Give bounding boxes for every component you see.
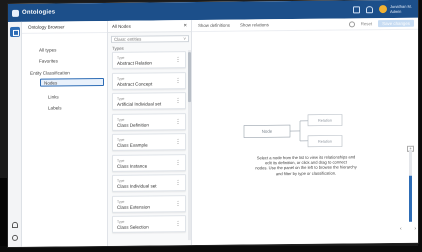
list-item-name: Class Instance [117, 163, 148, 169]
more-options-icon[interactable]: ⋮ [175, 139, 181, 145]
list-item-tag: Type [117, 199, 125, 204]
list-item-tag: Type [117, 178, 125, 183]
ontology-icon[interactable] [10, 26, 20, 37]
grid-icon[interactable] [352, 5, 360, 13]
list-item[interactable]: Type Class Extension ⋮ [112, 194, 186, 213]
list-item-tag: Type [117, 158, 125, 163]
tree-item-label: Links [48, 93, 59, 100]
bezel [418, 0, 422, 252]
pan-right-icon[interactable]: › [414, 226, 416, 232]
list-item-tag: Type [117, 137, 125, 142]
list-item[interactable]: Type Class Example ⋮ [112, 133, 186, 151]
tree-item[interactable]: Nodes [40, 77, 104, 87]
list-item-name: Abstract Relation [117, 60, 152, 66]
list-panel: All Nodes × Class: entities ˅ Types Type… [108, 20, 192, 246]
user-role: Admin [389, 8, 402, 14]
diagram-node-root-label: Node [262, 129, 273, 134]
filter-value: Class: entities [114, 36, 142, 42]
canvas-toolbar: Show definitions Show relations Reset Sa… [192, 17, 418, 33]
settings-icon[interactable] [12, 234, 18, 241]
more-options-icon[interactable]: ⋮ [175, 119, 181, 125]
tree-panel: Ontology Browser All types Favorites Entit… [22, 20, 108, 247]
toolbar-item-relations[interactable]: Show relations [240, 22, 269, 27]
diagram-node-child-label: Relation [318, 140, 332, 144]
bezel [0, 246, 422, 252]
more-options-icon[interactable]: ⋮ [175, 201, 181, 207]
tree-item[interactable]: Entity Classification [22, 68, 108, 77]
help-icon[interactable] [12, 221, 18, 228]
list-item-name: Class Example [117, 142, 148, 148]
list-item-name: Abstract Concept [117, 80, 153, 87]
avatar[interactable] [378, 5, 387, 14]
tree-item[interactable]: All types [22, 45, 108, 54]
list-item[interactable]: Type Class Instance ⋮ [112, 153, 186, 172]
list-item-tag: Type [117, 76, 125, 81]
tree-item-label: Favorites [39, 57, 58, 64]
logo-icon [12, 9, 19, 17]
list-item-name: Class Extension [117, 204, 150, 210]
more-options-icon[interactable]: ⋮ [175, 160, 181, 166]
list-item-name: Class Selection [117, 224, 149, 230]
tree-item-label: All types [39, 46, 57, 53]
more-options-icon[interactable]: ⋮ [175, 57, 181, 63]
tree-header: Ontology Browser [22, 20, 107, 34]
relationship-diagram: Node Relation Relation [243, 114, 343, 148]
list-item-tag: Type [117, 55, 125, 60]
list-item[interactable]: Type Class Definition ⋮ [112, 112, 186, 131]
pan-left-icon[interactable]: ‹ [400, 226, 402, 232]
list-item-tag: Type [117, 219, 125, 224]
chevron-down-icon: ˅ [183, 36, 186, 42]
scrollbar-thumb[interactable] [188, 52, 191, 103]
bell-icon[interactable] [365, 5, 373, 13]
filter-select[interactable]: Class: entities ˅ [111, 35, 189, 43]
left-rail [8, 21, 22, 247]
pan-controls[interactable]: ‹ › [400, 224, 416, 234]
app-window: Ontologies Jonathan M. Admin Ontology Br… [8, 0, 418, 248]
tree-item-label: Labels [48, 104, 62, 111]
more-options-icon[interactable]: ⋮ [175, 78, 181, 84]
reset-button[interactable]: Reset [361, 21, 372, 26]
list-item[interactable]: Type Artificial Individual set ⋮ [112, 92, 186, 110]
tree-item[interactable]: Links [22, 92, 108, 101]
canvas-area[interactable]: Show definitions Show relations Reset Sa… [192, 17, 418, 246]
more-options-icon[interactable]: ⋮ [175, 221, 181, 227]
list-item-name: Class Individual set [117, 183, 157, 189]
list-caption: Types [112, 45, 124, 51]
list-item-name: Class Definition [117, 122, 149, 128]
toolbar-item-definitions[interactable]: Show definitions [198, 23, 230, 28]
list-item-tag: Type [117, 117, 125, 122]
list-item[interactable]: Type Abstract Concept ⋮ [112, 71, 186, 90]
list-item[interactable]: Type Abstract Relation ⋮ [112, 51, 186, 69]
info-icon[interactable] [348, 20, 355, 27]
list-title: All Nodes [112, 23, 131, 29]
tree-item[interactable]: Labels [22, 103, 108, 112]
app-title: Ontologies [22, 9, 56, 16]
tree-item-label: Entity Classification [30, 69, 70, 76]
zoom-slider-fill [409, 175, 412, 222]
user-info[interactable]: Jonathan M. Admin [390, 4, 412, 14]
list-item-tag: Type [117, 96, 125, 101]
list-item[interactable]: Type Class Individual set ⋮ [112, 174, 186, 192]
save-button[interactable]: Save changes [378, 19, 414, 28]
list-header: All Nodes × [108, 20, 191, 33]
close-icon[interactable]: × [183, 23, 187, 29]
tree-item[interactable]: Favorites [22, 56, 108, 65]
tree-item-label: Nodes [44, 79, 58, 86]
diagram-node-child-label: Relation [318, 119, 332, 123]
empty-state-text: Select a node from the list to view its … [236, 154, 376, 176]
list-item[interactable]: Type Class Selection ⋮ [112, 215, 186, 233]
more-options-icon[interactable]: ⋮ [175, 180, 181, 186]
list-item-name: Artificial Individual set [117, 101, 162, 107]
more-options-icon[interactable]: ⋮ [175, 98, 181, 104]
